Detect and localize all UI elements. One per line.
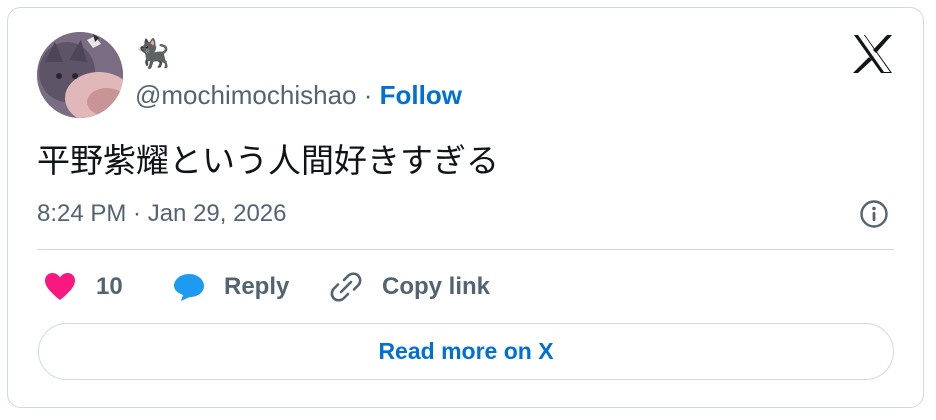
follow-button[interactable]: Follow — [380, 80, 462, 110]
divider — [37, 249, 894, 250]
reply-button[interactable]: Reply — [173, 268, 289, 306]
separator-dot: · — [363, 80, 373, 110]
avatar[interactable] — [37, 32, 123, 118]
copy-link-button[interactable]: Copy link — [330, 268, 490, 306]
tweet-text: 平野紫耀という人間好きすぎる — [37, 142, 499, 179]
author-handle[interactable]: @mochimochishao — [135, 80, 356, 110]
read-more-button[interactable]: Read more on X — [38, 323, 894, 380]
display-name[interactable]: 🐈‍⬛ — [135, 36, 170, 72]
info-icon[interactable] — [859, 199, 889, 229]
read-more-label: Read more on X — [378, 338, 554, 364]
heart-icon — [44, 272, 76, 302]
like-button[interactable]: 10 — [44, 268, 123, 306]
reply-label: Reply — [224, 273, 290, 300]
speech-bubble-icon — [173, 272, 205, 302]
tweet-timestamp[interactable]: 8:24 PM · Jan 29, 2026 — [37, 198, 287, 230]
author-line: @mochimochishao · Follow — [135, 78, 462, 112]
x-logo-icon[interactable] — [852, 34, 894, 74]
like-count: 10 — [96, 273, 123, 300]
copy-link-label: Copy link — [382, 273, 491, 300]
link-icon — [330, 271, 362, 303]
